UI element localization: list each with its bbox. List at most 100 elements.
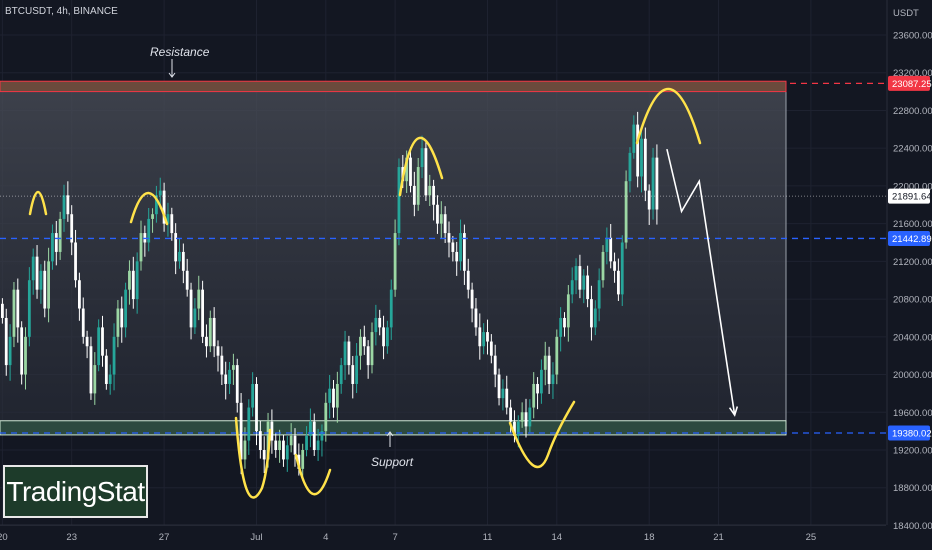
time-axis-tick: 20 — [0, 532, 8, 543]
candle-body — [559, 317, 563, 337]
candle-body — [436, 204, 439, 224]
candle-body — [20, 327, 24, 375]
candle-body — [35, 256, 39, 290]
time-axis-tick: 25 — [806, 532, 817, 543]
price-axis-tick: 19600.00 — [893, 408, 932, 419]
candle-body — [332, 388, 335, 408]
candle-body — [278, 440, 281, 450]
candle-body — [563, 317, 566, 328]
candle-body — [624, 181, 628, 243]
candle-body — [139, 233, 143, 262]
candle-body — [493, 355, 497, 375]
candle-body — [628, 152, 632, 182]
candle-body — [478, 327, 482, 347]
candle-body — [43, 270, 47, 309]
candle-body — [424, 148, 428, 196]
candle-body — [540, 369, 543, 394]
candle-body — [24, 336, 27, 375]
candle-body — [382, 327, 385, 347]
time-axis-tick: 21 — [713, 532, 724, 543]
candle-body — [651, 157, 655, 210]
candle-body — [590, 299, 593, 328]
candle-body — [566, 294, 570, 328]
candle-body — [520, 412, 524, 422]
candle-body — [397, 167, 401, 234]
candle-body — [208, 317, 212, 347]
candle-body — [289, 435, 293, 446]
candle-body — [632, 124, 636, 153]
candle-body — [416, 167, 420, 205]
candle-body — [16, 289, 20, 328]
candle-body — [613, 261, 616, 271]
candle-body — [54, 233, 58, 252]
candle-body — [81, 308, 85, 337]
candle-body — [312, 421, 316, 450]
price-axis-tick: 22800.00 — [893, 106, 932, 117]
price-axis[interactable]: USDT23600.0023200.0022800.0022400.002200… — [886, 0, 932, 532]
candle-body — [582, 275, 586, 290]
price-axis-tick: 22400.00 — [893, 144, 932, 155]
candle-body — [597, 280, 601, 309]
candle-body — [543, 355, 547, 370]
time-axis-tick: 27 — [159, 532, 170, 543]
candle-body — [374, 317, 378, 333]
time-axis[interactable]: 20 23 27 Jul 4 7 11 14 18 21 25 — [0, 524, 886, 543]
trading-range-box — [0, 91, 786, 421]
candle-body — [93, 365, 97, 394]
candle-body — [89, 346, 93, 394]
candle-body — [189, 289, 193, 328]
candle-body — [258, 431, 262, 450]
resistance-label: Resistance — [150, 45, 210, 59]
candle-body — [232, 365, 235, 370]
yellow-doodle — [294, 453, 332, 496]
price-axis-tick: 18800.00 — [893, 483, 932, 494]
candle-body — [609, 237, 613, 262]
candle-body — [12, 289, 16, 337]
price-axis-tick: 21600.00 — [893, 219, 932, 230]
candle-body — [8, 336, 12, 366]
candle-body — [420, 148, 424, 168]
candle-body — [228, 369, 231, 384]
candle-body — [509, 407, 512, 422]
candle-body — [112, 336, 116, 375]
candle-body — [366, 346, 370, 366]
candle-body — [85, 336, 89, 347]
candle-body — [555, 336, 559, 375]
candle-body — [104, 355, 108, 384]
candle-body — [324, 402, 328, 432]
price-axis-tick: 20800.00 — [893, 295, 932, 306]
candle-body — [339, 365, 343, 384]
candle-body — [243, 440, 247, 460]
time-axis-tick: 4 — [323, 532, 328, 543]
tradingstat-logo: TradingStat — [3, 465, 148, 518]
price-axis-tick: 20000.00 — [893, 370, 932, 381]
candle-body — [432, 185, 435, 205]
candle-body — [97, 327, 101, 366]
candle-body — [220, 355, 224, 375]
candle-body — [282, 440, 285, 460]
candle-body — [274, 440, 278, 450]
candle-body — [640, 138, 643, 177]
time-axis-tick: 11 — [483, 532, 493, 543]
candle-body — [143, 233, 147, 243]
price-axis-tick: 19200.00 — [893, 446, 932, 457]
candle-body — [497, 374, 501, 399]
candle-body — [27, 280, 31, 337]
price-label-text: 21891.64 — [892, 192, 932, 203]
candle-body — [536, 383, 539, 394]
candle-body — [412, 185, 416, 205]
candle-body — [74, 242, 77, 281]
price-axis-tick: 23600.00 — [893, 31, 932, 42]
candle-body — [309, 421, 312, 436]
time-axis-tick: 18 — [644, 532, 655, 543]
candle-body — [170, 214, 174, 234]
candle-body — [124, 289, 127, 328]
candle-body — [158, 190, 162, 196]
candle-body — [343, 341, 347, 366]
candle-body — [466, 270, 470, 290]
range-zones — [0, 80, 787, 436]
candle-body — [116, 308, 120, 337]
candle-body — [393, 233, 397, 290]
price-axis-unit: USDT — [893, 8, 919, 19]
price-label-text: 21442.89 — [892, 234, 932, 245]
